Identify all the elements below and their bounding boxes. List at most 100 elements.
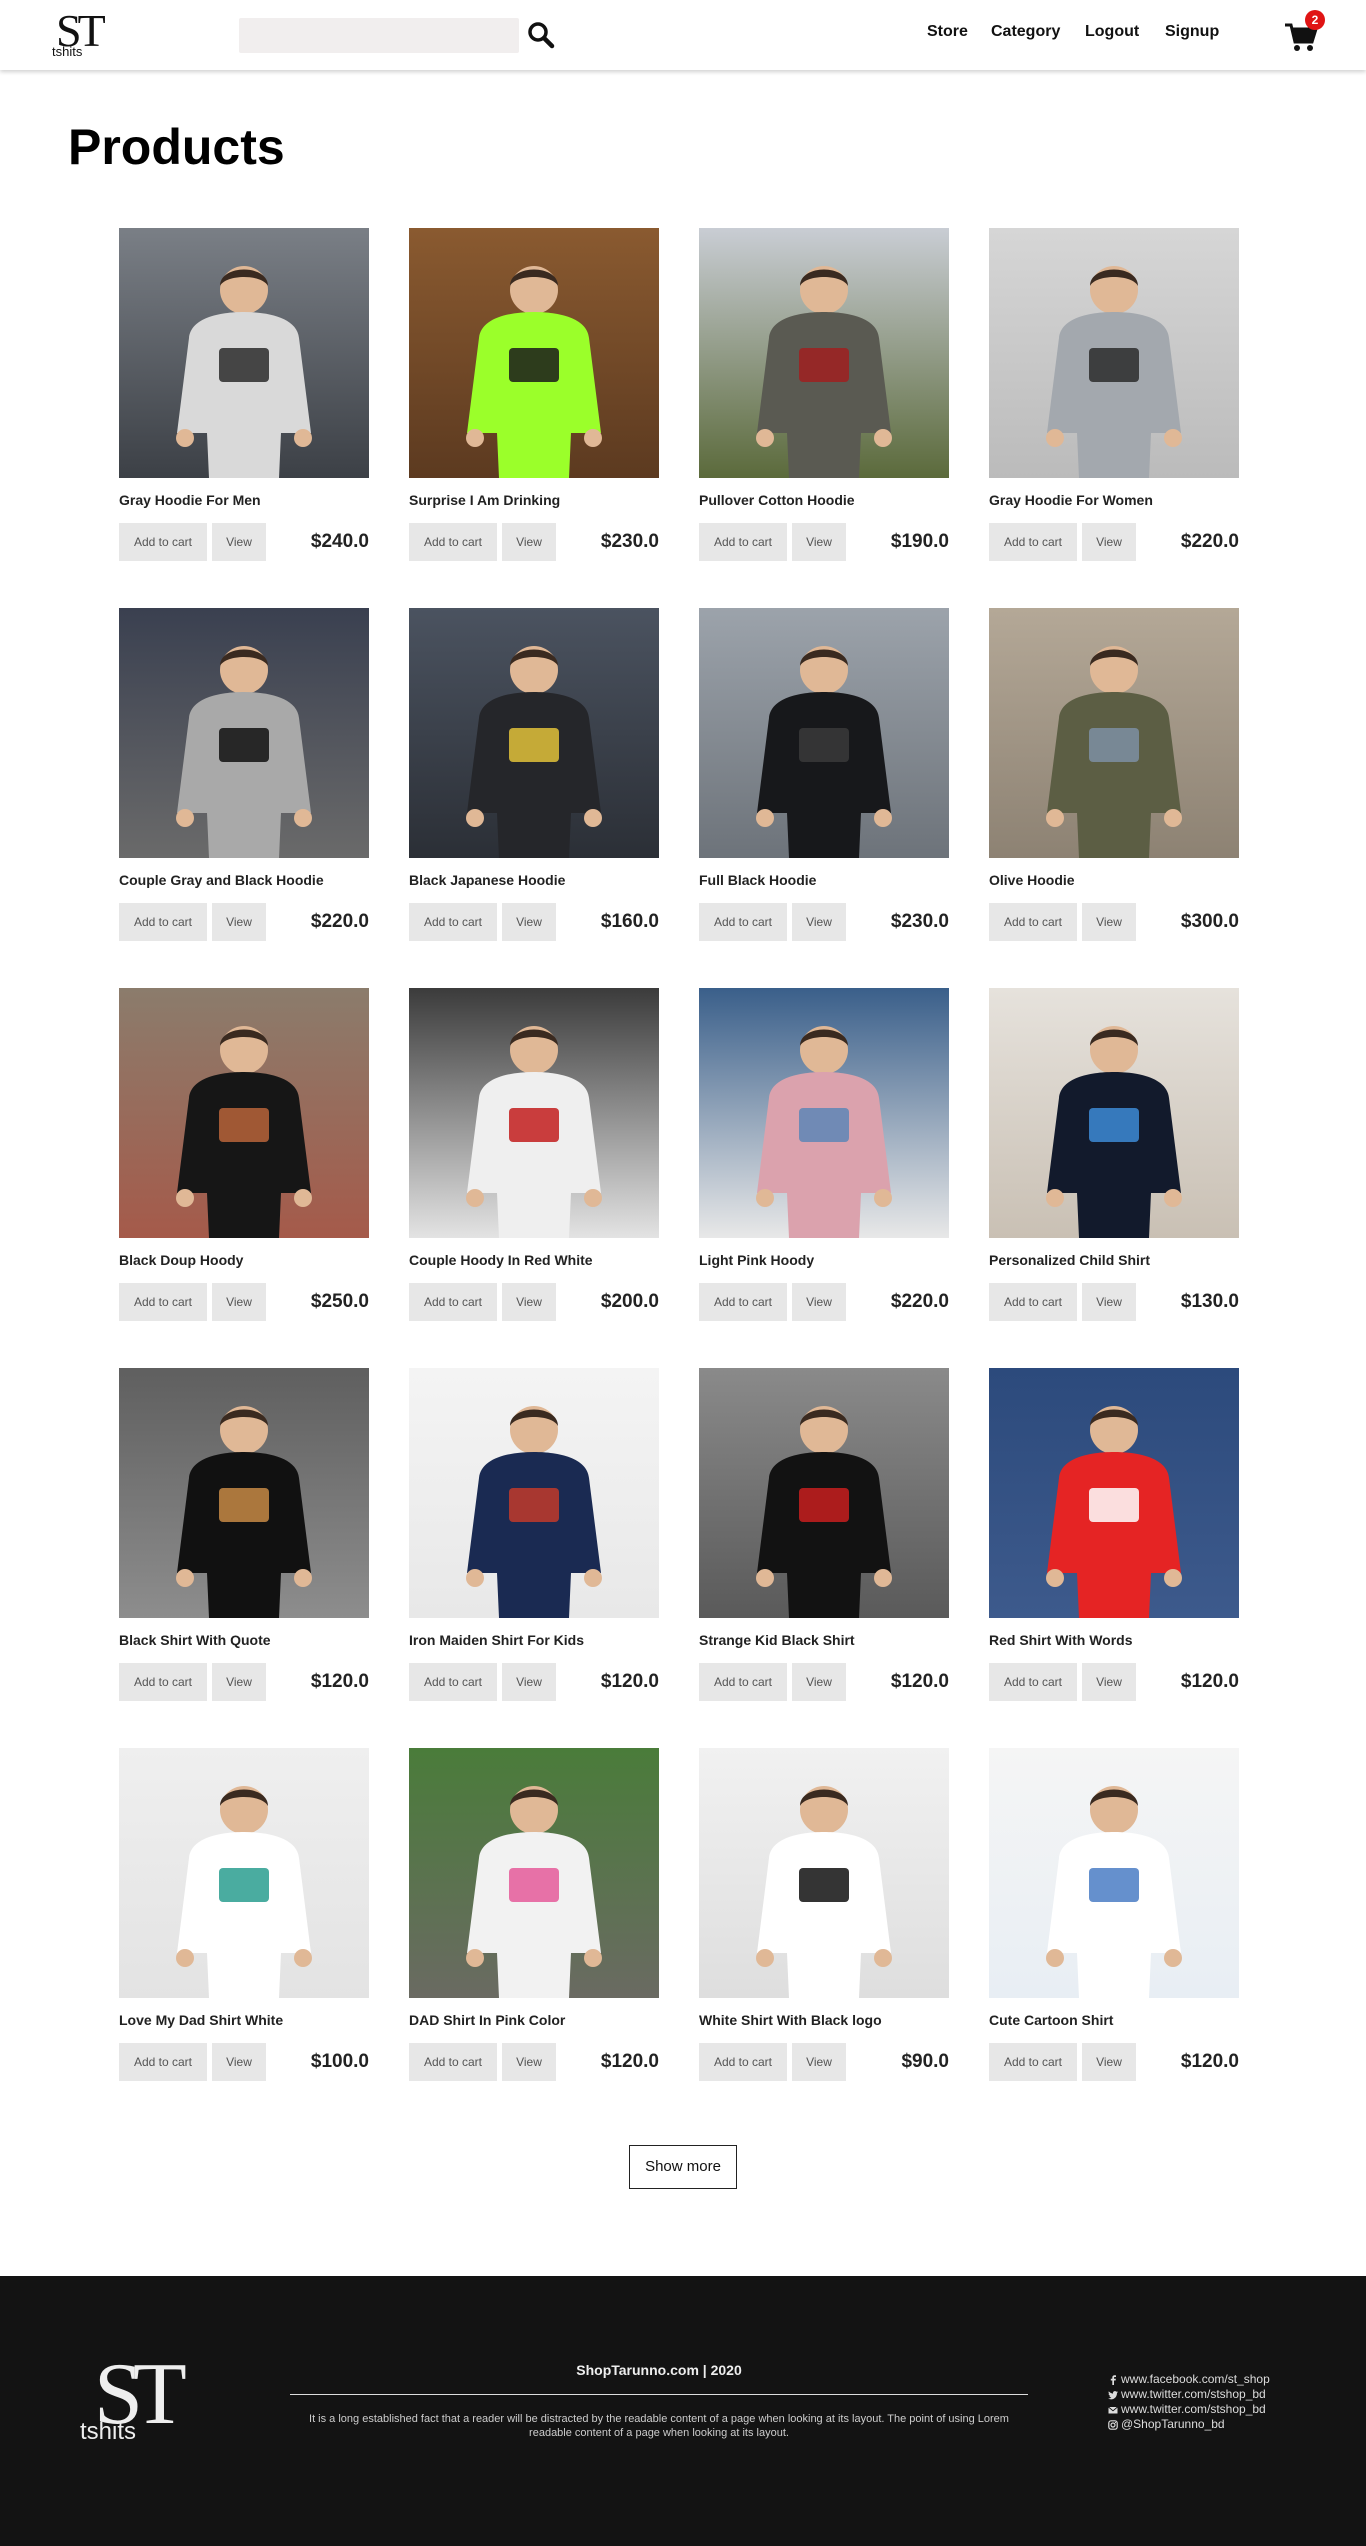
add-to-cart-button[interactable]: Add to cart	[119, 1663, 207, 1701]
twitter-icon	[1108, 2390, 1118, 2399]
view-button[interactable]: View	[792, 1283, 846, 1321]
view-button[interactable]: View	[212, 903, 266, 941]
add-to-cart-button[interactable]: Add to cart	[989, 1663, 1077, 1701]
product-card: Black Japanese Hoodie Add to cart View $160…	[409, 608, 659, 948]
product-photo-art	[699, 1748, 949, 1998]
nav-store[interactable]: Store	[927, 23, 968, 41]
search-input[interactable]	[239, 18, 519, 53]
add-to-cart-button[interactable]: Add to cart	[989, 523, 1077, 561]
add-to-cart-button[interactable]: Add to cart	[409, 903, 497, 941]
product-price: $230.0	[600, 531, 659, 552]
add-to-cart-button[interactable]: Add to cart	[409, 523, 497, 561]
product-photo-art	[699, 228, 949, 478]
add-to-cart-button[interactable]: Add to cart	[119, 1283, 207, 1321]
view-button[interactable]: View	[792, 523, 846, 561]
product-card: Iron Maiden Shirt For Kids Add to cart Vie…	[409, 1368, 659, 1708]
add-to-cart-button[interactable]: Add to cart	[119, 2043, 207, 2081]
product-image[interactable]	[409, 1748, 659, 1998]
product-photo-art	[119, 228, 369, 478]
view-button[interactable]: View	[212, 1283, 266, 1321]
view-button[interactable]: View	[502, 1663, 556, 1701]
view-button[interactable]: View	[1082, 903, 1136, 941]
product-image[interactable]	[409, 228, 659, 478]
site-logo[interactable]: ST tshits	[52, 6, 112, 62]
view-button[interactable]: View	[792, 1663, 846, 1701]
product-image[interactable]	[119, 988, 369, 1238]
product-image[interactable]	[699, 1748, 949, 1998]
social-link-twitter[interactable]: www.twitter.com/stshop_bd	[1108, 2387, 1328, 2402]
product-image[interactable]	[119, 1368, 369, 1618]
product-image[interactable]	[119, 608, 369, 858]
product-card: Olive Hoodie Add to cart View $300.0	[989, 608, 1239, 948]
product-image[interactable]	[989, 608, 1239, 858]
product-image[interactable]	[699, 1368, 949, 1618]
product-price: $120.0	[1180, 2051, 1239, 2072]
product-card: Cute Cartoon Shirt Add to cart View $120.0	[989, 1748, 1239, 2088]
add-to-cart-button[interactable]: Add to cart	[989, 1283, 1077, 1321]
footer: ST tshits ShopTarunno.com | 2020 It is a…	[0, 2276, 1366, 2546]
product-photo-art	[409, 608, 659, 858]
product-photo-art	[989, 1368, 1239, 1618]
product-image[interactable]	[409, 608, 659, 858]
product-image[interactable]	[989, 1748, 1239, 1998]
social-link-facebook[interactable]: www.facebook.com/st_shop	[1108, 2372, 1328, 2387]
nav-logout[interactable]: Logout	[1085, 23, 1139, 41]
view-button[interactable]: View	[212, 523, 266, 561]
view-button[interactable]: View	[502, 1283, 556, 1321]
view-button[interactable]: View	[1082, 1283, 1136, 1321]
product-image[interactable]	[989, 988, 1239, 1238]
product-image[interactable]	[989, 228, 1239, 478]
product-name: Couple Hoody In Red White	[409, 1252, 593, 1268]
add-to-cart-button[interactable]: Add to cart	[409, 1663, 497, 1701]
product-image[interactable]	[409, 988, 659, 1238]
product-price: $120.0	[890, 1671, 949, 1692]
product-card: Pullover Cotton Hoodie Add to cart View $19…	[699, 228, 949, 568]
view-button[interactable]: View	[1082, 523, 1136, 561]
product-card: Black Shirt With Quote Add to cart View $12…	[119, 1368, 369, 1708]
product-photo-art	[119, 1748, 369, 1998]
product-price: $300.0	[1180, 911, 1239, 932]
view-button[interactable]: View	[502, 903, 556, 941]
social-link-email[interactable]: www.twitter.com/stshop_bd	[1108, 2402, 1328, 2417]
product-name: Olive Hoodie	[989, 872, 1075, 888]
view-button[interactable]: View	[212, 1663, 266, 1701]
add-to-cart-button[interactable]: Add to cart	[409, 2043, 497, 2081]
search-icon[interactable]	[526, 20, 556, 50]
social-link-instagram[interactable]: @ShopTarunno_bd	[1108, 2417, 1328, 2432]
view-button[interactable]: View	[1082, 1663, 1136, 1701]
add-to-cart-button[interactable]: Add to cart	[119, 523, 207, 561]
product-image[interactable]	[409, 1368, 659, 1618]
product-image[interactable]	[699, 608, 949, 858]
view-button[interactable]: View	[1082, 2043, 1136, 2081]
add-to-cart-button[interactable]: Add to cart	[119, 903, 207, 941]
show-more-button[interactable]: Show more	[629, 2145, 737, 2189]
product-name: Light Pink Hoody	[699, 1252, 815, 1268]
nav-signup[interactable]: Signup	[1165, 23, 1219, 41]
view-button[interactable]: View	[502, 2043, 556, 2081]
view-button[interactable]: View	[792, 903, 846, 941]
add-to-cart-button[interactable]: Add to cart	[409, 1283, 497, 1321]
product-image[interactable]	[119, 1748, 369, 1998]
product-photo-art	[409, 1748, 659, 1998]
product-image[interactable]	[989, 1368, 1239, 1618]
view-button[interactable]: View	[792, 2043, 846, 2081]
footer-copyright: ShopTarunno.com | 2020	[576, 2362, 742, 2378]
add-to-cart-button[interactable]: Add to cart	[699, 903, 787, 941]
product-image[interactable]	[699, 988, 949, 1238]
view-button[interactable]: View	[502, 523, 556, 561]
cart-count-badge: 2	[1305, 10, 1325, 30]
product-image[interactable]	[699, 228, 949, 478]
product-name: Surprise I Am Drinking	[409, 492, 561, 508]
product-name: Gray Hoodie For Women	[989, 492, 1153, 508]
add-to-cart-button[interactable]: Add to cart	[989, 903, 1077, 941]
product-card: Red Shirt With Words Add to cart View $120.…	[989, 1368, 1239, 1708]
add-to-cart-button[interactable]: Add to cart	[699, 1663, 787, 1701]
add-to-cart-button[interactable]: Add to cart	[989, 2043, 1077, 2081]
add-to-cart-button[interactable]: Add to cart	[699, 1283, 787, 1321]
view-button[interactable]: View	[212, 2043, 266, 2081]
product-image[interactable]	[119, 228, 369, 478]
add-to-cart-button[interactable]: Add to cart	[699, 523, 787, 561]
product-price: $120.0	[600, 1671, 659, 1692]
nav-category[interactable]: Category	[991, 23, 1060, 41]
add-to-cart-button[interactable]: Add to cart	[699, 2043, 787, 2081]
